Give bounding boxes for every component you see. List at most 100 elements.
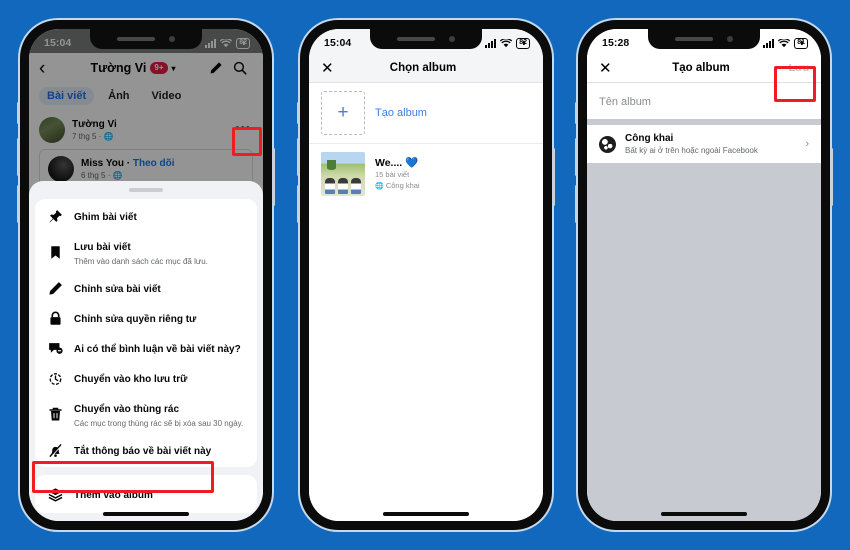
menu-item-add-to-album[interactable]: Thêm vào album: [35, 477, 257, 511]
wifi-icon: [778, 38, 791, 48]
follow-link[interactable]: Theo dõi: [133, 158, 175, 169]
tree-decoration: [327, 160, 336, 174]
menu-item-label: Thêm vào album: [74, 490, 153, 501]
phone-side-button-volume-down[interactable]: [17, 185, 20, 223]
home-indicator[interactable]: [661, 512, 747, 516]
phone-side-button-volume-up[interactable]: [17, 138, 20, 176]
front-camera: [727, 36, 733, 42]
post-author-name: Tường Vi: [72, 118, 117, 130]
pin-icon: [47, 209, 64, 224]
front-camera: [169, 36, 175, 42]
pencil-icon[interactable]: [209, 61, 229, 75]
list-item[interactable]: We.... 💙 15 bài viết 🌐 Công khai: [309, 143, 543, 204]
feed-nav-bar: ‹ Tường Vi 9+ ▾: [29, 53, 263, 85]
album-post-count: 15 bài viết: [375, 170, 410, 179]
shared-post-header: Miss You · Theo dõi 6 thg 5 · 🌐: [48, 156, 244, 182]
avatar[interactable]: [39, 117, 65, 143]
front-camera: [449, 36, 455, 42]
cellular-signal-icon: [205, 38, 217, 48]
comment-block-icon: [47, 341, 64, 356]
battery-indicator: 82: [236, 37, 250, 49]
phone-side-button-power[interactable]: [830, 148, 833, 206]
wifi-icon: [220, 38, 233, 48]
tab-videos[interactable]: Video: [144, 87, 190, 105]
tab-posts[interactable]: Bài viết: [39, 87, 95, 105]
phone-1-screen: 15:04 82 ‹ Tường Vi 9+ ▾ Bài viết Ảnh Vi…: [29, 29, 263, 521]
phone-2-choose-album: 15:04 82 ✕ Chọn album + Tạo album We....…: [297, 20, 555, 530]
battery-indicator: 81: [794, 37, 808, 49]
sheet-group-album: Thêm vào album: [35, 475, 257, 513]
menu-item-label: Lưu bài viết: [74, 242, 131, 253]
menu-item-turn-off-notifications[interactable]: Tắt thông báo về bài viết này: [35, 435, 257, 465]
phone-side-button-volume-down[interactable]: [575, 185, 578, 223]
wifi-icon: [500, 38, 513, 48]
phone-side-button-power[interactable]: [552, 148, 555, 206]
chevron-right-icon: ›: [805, 138, 809, 150]
globe-icon: 🌐: [375, 183, 384, 190]
phone-side-button-volume-down[interactable]: [297, 185, 300, 223]
status-clock: 15:04: [44, 37, 72, 49]
menu-item-pin-post[interactable]: Ghim bài viết: [35, 201, 257, 231]
phone-side-button-mute[interactable]: [17, 102, 20, 124]
close-icon[interactable]: ✕: [321, 59, 339, 77]
save-button[interactable]: Lưu: [785, 62, 809, 74]
menu-item-who-can-comment[interactable]: Ai có thể bình luận về bài viết này?: [35, 333, 257, 363]
cellular-signal-icon: [763, 38, 775, 48]
menu-item-move-to-archive[interactable]: Chuyển vào kho lưu trữ: [35, 363, 257, 393]
create-album-label: Tạo album: [375, 107, 427, 119]
album-name-field[interactable]: Tên album: [587, 83, 821, 119]
earpiece-speaker: [675, 37, 713, 41]
close-icon[interactable]: ✕: [599, 59, 617, 77]
menu-item-label: Chuyển vào kho lưu trữ: [74, 374, 188, 385]
search-icon[interactable]: [233, 61, 253, 75]
home-indicator[interactable]: [383, 512, 469, 516]
menu-item-save-post[interactable]: Lưu bài viết Thêm vào danh sách các mục …: [35, 231, 257, 273]
menu-item-move-to-trash[interactable]: Chuyển vào thùng rác Các mục trong thùng…: [35, 393, 257, 435]
phone-2-screen: 15:04 82 ✕ Chọn album + Tạo album We....…: [309, 29, 543, 521]
menu-item-edit-post[interactable]: Chỉnh sửa bài viết: [35, 273, 257, 303]
pencil-icon: [47, 281, 64, 296]
phone-side-button-volume-up[interactable]: [575, 138, 578, 176]
phone-side-button-mute[interactable]: [297, 102, 300, 124]
phone-side-button-power[interactable]: [272, 148, 275, 206]
phone-side-button-volume-up[interactable]: [297, 138, 300, 176]
earpiece-speaker: [117, 37, 155, 41]
plus-icon: +: [321, 91, 365, 135]
home-indicator[interactable]: [103, 512, 189, 516]
menu-item-label: Chỉnh sửa bài viết: [74, 284, 161, 295]
cellular-signal-icon: [485, 38, 497, 48]
lock-icon: [47, 311, 64, 326]
phone-3-create-album: 15:28 81 ✕ Tạo album Lưu Tên album Công …: [575, 20, 833, 530]
post-more-options-icon[interactable]: •••: [235, 121, 251, 135]
menu-item-label: Tắt thông báo về bài viết này: [74, 446, 212, 457]
album-privacy: 🌐 Công khai: [375, 181, 420, 190]
shared-author-name: Miss You · Theo dõi: [81, 157, 175, 169]
shared-post-timestamp: 6 thg 5 · 🌐: [81, 170, 123, 180]
notification-badge: 9+: [150, 62, 168, 74]
notch: [648, 29, 760, 49]
post-options-sheet: Ghim bài viết Lưu bài viết Thêm vào danh…: [29, 181, 263, 521]
menu-item-sublabel: Thêm vào danh sách các mục đã lưu.: [74, 257, 208, 266]
list-item-create-album[interactable]: + Tạo album: [309, 83, 543, 143]
chevron-down-icon[interactable]: ▾: [172, 64, 176, 73]
phone-1-post-menu: 15:04 82 ‹ Tường Vi 9+ ▾ Bài viết Ảnh Vi…: [17, 20, 275, 530]
notch: [90, 29, 202, 49]
menu-item-sublabel: Các mục trong thùng rác sẽ bị xóa sau 30…: [74, 419, 244, 428]
bell-off-icon: [47, 443, 64, 458]
menu-item-label: Chỉnh sửa quyền riêng tư: [74, 314, 197, 325]
screenshot-stage: 15:04 82 ‹ Tường Vi 9+ ▾ Bài viết Ảnh Vi…: [0, 0, 850, 550]
page-title: Tường Vi 9+ ▾: [61, 61, 205, 75]
sheet-grabber[interactable]: [129, 188, 163, 192]
phone-3-screen: 15:28 81 ✕ Tạo album Lưu Tên album Công …: [587, 29, 821, 521]
layers-icon: [47, 487, 64, 502]
status-clock: 15:04: [324, 37, 352, 49]
battery-indicator: 82: [516, 37, 530, 49]
privacy-selector-row[interactable]: Công khai Bất kỳ ai ở trên hoặc ngoài Fa…: [587, 125, 821, 163]
phone-side-button-mute[interactable]: [575, 102, 578, 124]
profile-tabs: Bài viết Ảnh Video: [29, 85, 263, 111]
avatar[interactable]: [48, 156, 74, 182]
bookmark-icon: [47, 245, 64, 260]
tab-photos[interactable]: Ảnh: [100, 87, 137, 105]
menu-item-edit-privacy[interactable]: Chỉnh sửa quyền riêng tư: [35, 303, 257, 333]
chevron-left-icon[interactable]: ‹: [39, 59, 57, 78]
